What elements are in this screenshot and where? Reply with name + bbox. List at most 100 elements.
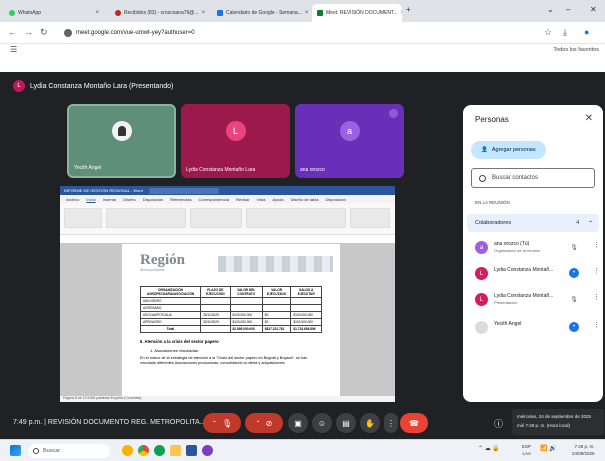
participant-tile[interactable]: a ana orozco: [295, 104, 404, 178]
apps-icon[interactable]: ☰: [10, 45, 17, 54]
mic-toggle-button[interactable]: ⌃ 🎙: [203, 413, 241, 433]
close-window-button[interactable]: ✕: [590, 5, 597, 14]
table-header: VALOR EJECUTADO: [261, 286, 292, 298]
tab-calendar[interactable]: Calendario de Google - Semana... ×: [212, 4, 310, 22]
more-options-icon[interactable]: ⋮: [593, 293, 600, 301]
table-row: SAN ISIDRO: [140, 297, 322, 305]
meeting-title: REVISIÓN DOCUMENTO REG. METROPOLITA...: [47, 419, 206, 426]
gmail-icon: [115, 10, 121, 16]
close-icon[interactable]: ×: [305, 10, 309, 16]
header-band: [218, 256, 333, 272]
table-cell: ASOCAMPOTUNJA: [140, 311, 201, 319]
present-icon: ▤: [342, 418, 350, 428]
new-tab-button[interactable]: +: [406, 5, 411, 14]
reactions-button[interactable]: ☺: [312, 413, 332, 433]
close-icon[interactable]: ×: [95, 10, 99, 16]
close-icon[interactable]: ×: [401, 10, 402, 16]
close-icon[interactable]: ✕: [585, 113, 593, 124]
table-cell: $0: [261, 318, 292, 326]
menu-item: Correspondencia: [198, 196, 229, 202]
chrome-icon[interactable]: [138, 445, 149, 456]
mic-off-icon[interactable]: 🎙: [569, 294, 579, 304]
table-header: PLAZO DE EJECUCIÓN: [200, 286, 231, 298]
leave-call-button[interactable]: ☎: [400, 413, 428, 433]
meet-icon: [317, 10, 323, 16]
language-indicator[interactable]: ESP LAA: [522, 443, 531, 457]
chevron-down-icon[interactable]: ⌄: [547, 5, 554, 14]
system-icons[interactable]: 📶 🔊: [540, 446, 557, 453]
present-button[interactable]: ▤: [336, 413, 356, 433]
tab-gmail[interactable]: Recibidos (83) - crozcoana79@... ×: [110, 4, 210, 22]
person-name: ana orozco (Tú): [494, 241, 530, 247]
table-cell: [200, 304, 231, 312]
download-icon[interactable]: ⤓: [563, 27, 567, 38]
tray-icons[interactable]: ⌃ ☁ 🔒: [478, 446, 500, 453]
camera-toggle-button[interactable]: ⌃ ⊘: [245, 413, 283, 433]
list-item[interactable]: L Lydia Constanza Montañ... Presentación…: [475, 291, 600, 311]
more-options-button[interactable]: ⋮: [384, 413, 398, 433]
window-title: INFORME DE GESTIÓN REGIONAL - Word: [64, 188, 143, 193]
table-cell: $100.000.000: [229, 311, 263, 319]
more-options-icon: ⋮: [387, 418, 395, 428]
tab-label: Calendario de Google - Semana...: [226, 10, 302, 16]
menu-item: Disposición: [142, 196, 164, 202]
collaborators-group[interactable]: Colaboradores 4 ⌃: [467, 214, 599, 232]
search-contacts-input[interactable]: Buscar contactos: [471, 168, 595, 188]
lang-code: ESP: [522, 444, 532, 449]
panel-title: Personas: [475, 115, 509, 124]
list-item[interactable]: a ana orozco (Tú) Organizador de la reun…: [475, 239, 600, 259]
word-ribbon: [60, 203, 395, 235]
participant-tile[interactable]: L Lydia Constanza Montaño Lara: [181, 104, 290, 178]
windows-start-icon[interactable]: [10, 445, 21, 456]
avatar: a: [475, 241, 488, 254]
raise-hand-button[interactable]: ✋: [360, 413, 380, 433]
reload-icon[interactable]: ↻: [40, 27, 48, 38]
avatar: [475, 321, 488, 334]
profile-icon[interactable]: ●: [584, 27, 589, 37]
person-name: Yecith Angel: [494, 321, 522, 327]
site-info-icon[interactable]: [64, 29, 72, 37]
edge-icon[interactable]: [154, 445, 165, 456]
forward-icon[interactable]: →: [24, 27, 33, 37]
captions-button[interactable]: ▣: [288, 413, 308, 433]
table-cell: AGROSANO: [140, 304, 201, 312]
widgets-icon[interactable]: [122, 445, 133, 456]
close-icon[interactable]: ×: [202, 10, 206, 16]
word-icon[interactable]: [186, 445, 197, 456]
hang-up-icon: ☎: [409, 418, 419, 428]
add-people-button[interactable]: 👤 Agregar personas: [471, 141, 546, 159]
table-cell: [261, 304, 292, 312]
list-item[interactable]: Yecith Angel • ⋮: [475, 319, 600, 339]
participant-tile[interactable]: Yecith Angel: [67, 104, 176, 178]
table-cell: $100.000.000: [229, 318, 263, 326]
menu-item: Diseño: [123, 196, 136, 202]
table-row: AGROSANO: [140, 304, 322, 312]
clock[interactable]: 7:49 p. m. 24/09/2025: [572, 443, 595, 457]
chevron-up-icon[interactable]: ⌃: [588, 220, 593, 227]
info-icon[interactable]: ⓘ: [494, 417, 503, 430]
app-icon[interactable]: [202, 445, 213, 456]
file-explorer-icon[interactable]: [170, 445, 181, 456]
menu-item: Referencias: [170, 196, 192, 202]
table-total-row: Total $2.895.000.000 $817.222.781 $1.718…: [140, 325, 322, 333]
more-options-icon[interactable]: ⋮: [593, 241, 600, 249]
back-icon[interactable]: ←: [8, 27, 17, 37]
tab-whatsapp[interactable]: WhatsApp ×: [4, 4, 104, 22]
add-people-label: Agregar personas: [491, 147, 536, 153]
taskbar-search[interactable]: Buscar: [28, 444, 110, 458]
people-panel: Personas ✕ 👤 Agregar personas Buscar con…: [463, 105, 603, 402]
table-cell: $0: [261, 311, 292, 319]
table-header: SALDO A EJECUTAR: [290, 286, 322, 298]
styles-group: [246, 208, 346, 228]
url-field[interactable]: meet.google.com/vue-umwt-yey?authuser=0: [64, 26, 524, 40]
bookmark-folder[interactable]: Todos los favoritos: [553, 47, 599, 53]
minimize-button[interactable]: –: [566, 5, 570, 14]
paragraph: En el marco de la estrategia de atención…: [140, 356, 308, 365]
word-title-bar: INFORME DE GESTIÓN REGIONAL - Word: [60, 186, 395, 195]
tab-meet[interactable]: Meet: REVISIÓN DOCUMENT... ×: [312, 4, 402, 22]
mic-off-icon[interactable]: 🎙: [569, 242, 579, 252]
star-icon[interactable]: ☆: [544, 27, 552, 38]
more-options-icon[interactable]: ⋮: [593, 321, 600, 329]
list-item[interactable]: L Lydia Constanza Montañ... • ⋮: [475, 265, 600, 285]
more-options-icon[interactable]: ⋮: [593, 267, 600, 275]
